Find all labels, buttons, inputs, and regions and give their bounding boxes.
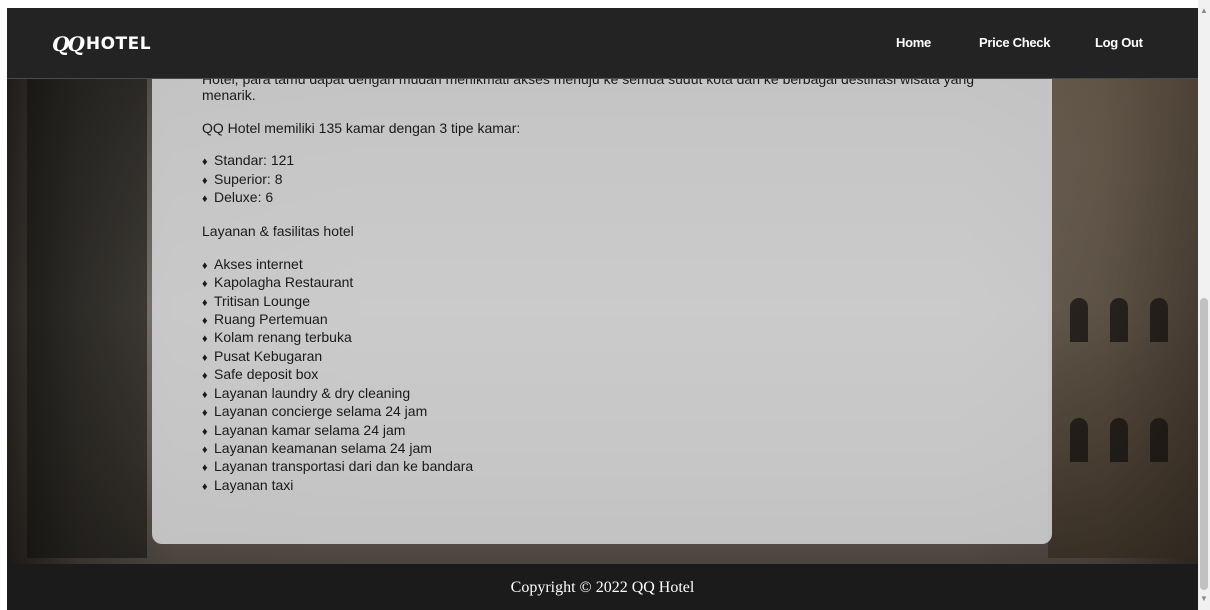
list-item: ♦ Tritisan Lounge [202, 293, 1002, 311]
page-scrollbar[interactable]: ▲ ▼ [1198, 0, 1210, 610]
bullet-icon: ♦ [202, 278, 208, 291]
copyright-text: Copyright © 2022 QQ Hotel [510, 579, 695, 596]
brand-logo[interactable]: QQ HOTEL [52, 32, 151, 56]
list-item: ♦ Standar: 121 [202, 152, 1002, 170]
bullet-icon: ♦ [202, 443, 208, 456]
background-building-left [27, 78, 147, 558]
bullet-icon: ♦ [202, 462, 208, 475]
logo-mark: QQ [52, 32, 85, 56]
bullet-icon: ♦ [202, 407, 208, 420]
room-type-list: ♦ Standar: 121 ♦ Superior: 8 ♦ Deluxe: 6 [202, 152, 1002, 207]
list-item: ♦ Layanan keamanan selama 24 jam [202, 440, 1002, 458]
nav-link-price-check[interactable]: Price Check [979, 35, 1050, 50]
background-building-right [1048, 78, 1198, 558]
nav-link-log-out[interactable]: Log Out [1095, 35, 1143, 50]
background-window [1150, 298, 1168, 342]
nav-link-home[interactable]: Home [896, 35, 931, 50]
list-item: ♦ Deluxe: 6 [202, 189, 1002, 207]
list-item: ♦ Ruang Pertemuan [202, 311, 1002, 329]
intro-paragraph-line: menarik. [202, 87, 256, 104]
bullet-icon: ♦ [202, 480, 208, 493]
scroll-up-arrow-icon[interactable]: ▲ [1198, 4, 1210, 18]
bullet-icon: ♦ [202, 296, 208, 309]
page-viewport: QQ HOTEL Home Price Check Log Out Hotel,… [7, 8, 1198, 610]
facility-list: ♦ Akses internet ♦ Kapolagha Restaurant ♦ T… [202, 256, 1002, 495]
background-window [1150, 418, 1168, 462]
background-window [1110, 298, 1128, 342]
bullet-icon: ♦ [202, 174, 208, 187]
bullet-icon: ♦ [202, 259, 208, 272]
scrollbar-thumb[interactable] [1200, 298, 1208, 590]
facilities-heading: Layanan & fasilitas hotel [202, 223, 354, 240]
list-item: ♦ Layanan taxi [202, 477, 1002, 495]
bullet-icon: ♦ [202, 333, 208, 346]
logo-text: HOTEL [85, 34, 152, 54]
bullet-icon: ♦ [202, 351, 208, 364]
background-window [1070, 418, 1088, 462]
list-item: ♦ Layanan laundry & dry cleaning [202, 385, 1002, 403]
list-item: ♦ Layanan transportasi dari dan ke bandar… [202, 458, 1002, 476]
bullet-icon: ♦ [202, 315, 208, 328]
list-item: ♦ Layanan concierge selama 24 jam [202, 403, 1002, 421]
hotel-info-card: Hotel, para tamu dapat dengan mudah meni… [152, 68, 1052, 544]
bullet-icon: ♦ [202, 425, 208, 438]
bullet-icon: ♦ [202, 388, 208, 401]
list-item: ♦ Kolam renang terbuka [202, 329, 1002, 347]
list-item: ♦ Akses internet [202, 256, 1002, 274]
rooms-intro: QQ Hotel memiliki 135 kamar dengan 3 tip… [202, 119, 521, 136]
list-item: ♦ Kapolagha Restaurant [202, 274, 1002, 292]
list-item: ♦ Superior: 8 [202, 171, 1002, 189]
bullet-icon: ♦ [202, 156, 208, 169]
background-window [1070, 298, 1088, 342]
list-item: ♦ Layanan kamar selama 24 jam [202, 422, 1002, 440]
bullet-icon: ♦ [202, 370, 208, 383]
hotel-info-text: Hotel, para tamu dapat dengan mudah meni… [202, 68, 1002, 495]
bullet-icon: ♦ [202, 193, 208, 206]
list-item: ♦ Pusat Kebugaran [202, 348, 1002, 366]
scroll-down-arrow-icon[interactable]: ▼ [1198, 592, 1210, 606]
list-item: ♦ Safe deposit box [202, 366, 1002, 384]
top-navbar: QQ HOTEL Home Price Check Log Out [7, 8, 1198, 79]
page-footer: Copyright © 2022 QQ Hotel [7, 564, 1198, 610]
background-window [1110, 418, 1128, 462]
